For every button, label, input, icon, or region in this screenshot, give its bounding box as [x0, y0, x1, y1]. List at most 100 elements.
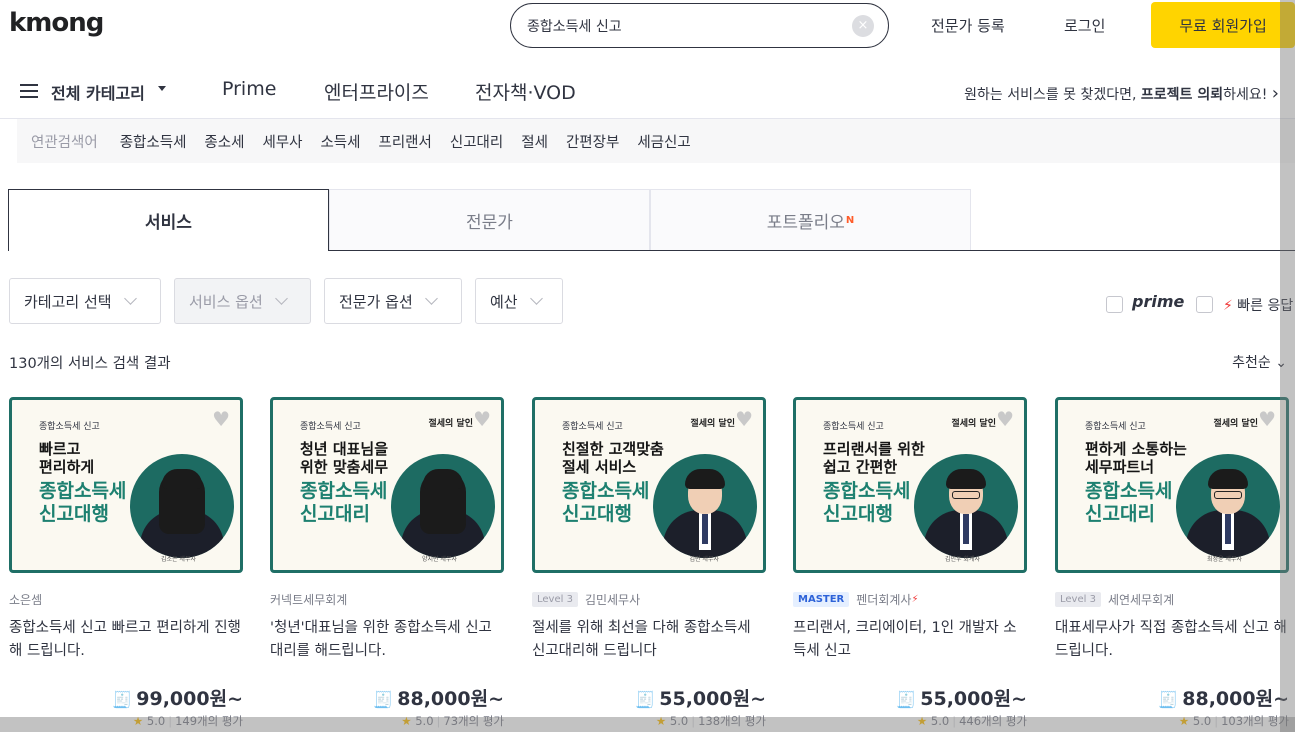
service-card[interactable]: 종합소득세 신고 절세의 달인 ♥ 청년 대표님을 위한 맞춤세무 종합소득세 신고대리…	[270, 397, 504, 729]
related-keyword[interactable]: 신고대리	[450, 131, 503, 152]
service-thumbnail[interactable]: 종합소득세 신고 ♥ 빠르고 편리하게 종합소득세 신고대행 김소은 세무사	[9, 397, 243, 573]
filter-expert-options[interactable]: 전문가 옵션	[324, 278, 462, 324]
tab-experts[interactable]: 전문가	[329, 189, 650, 251]
service-card[interactable]: 종합소득세 신고 ♥ 빠르고 편리하게 종합소득세 신고대행 김소은 세무사 소은셈 종합소…	[9, 397, 243, 729]
all-categories-button[interactable]: 전체 카테고리	[51, 80, 145, 104]
service-title[interactable]: 종합소득세 신고 빠르고 편리하게 진행해 드립니다.	[9, 617, 243, 663]
receipt-icon: 🧾	[896, 690, 917, 709]
thumb-subheadline: 종합소득세 신고대행	[823, 480, 911, 525]
glasses-icon	[1214, 491, 1242, 499]
profile-photo	[924, 469, 1008, 558]
login-link[interactable]: 로그인	[1064, 15, 1105, 36]
result-tabs: 서비스 전문가 포트폴리오 N	[8, 189, 971, 251]
thumb-headline: 빠르고 편리하게	[39, 440, 95, 476]
related-keywords: 연관검색어 종합소득세 종소세 세무사 소득세 프리랜서 신고대리 절세 간편장…	[17, 119, 1295, 163]
thumb-headline: 청년 대표님을 위한 맞춤세무	[300, 440, 389, 476]
caret-down-icon[interactable]	[158, 86, 166, 91]
profile-circle	[391, 454, 495, 558]
service-title[interactable]: '청년'대표님을 위한 종합소득세 신고대리를 해드립니다.	[270, 617, 504, 663]
chevron-down-icon	[529, 292, 543, 305]
price: 55,000원~	[920, 688, 1027, 710]
heart-icon[interactable]: ♥	[996, 407, 1014, 431]
thumb-signature: 김인우 회계사	[944, 556, 980, 563]
main-nav: 전체 카테고리 Prime 엔터프라이즈 전자책·VOD 원하는 서비스를 못 …	[0, 64, 1295, 119]
filter-service-options[interactable]: 서비스 옵션	[174, 278, 311, 324]
nav-item-prime[interactable]: Prime	[222, 78, 276, 100]
clear-icon[interactable]: ×	[852, 15, 874, 37]
chevron-down-icon	[274, 292, 288, 305]
service-card[interactable]: 종합소득세 신고 절세의 달인 ♥ 편하게 소통하는 세무파트너 종합소득세 신고대리 최…	[1055, 397, 1289, 729]
thumb-brand: 절세의 달인	[690, 419, 735, 429]
filter-category[interactable]: 카테고리 선택	[9, 278, 161, 324]
heart-icon[interactable]: ♥	[212, 407, 230, 431]
service-thumbnail[interactable]: 종합소득세 신고 절세의 달인 ♥ 청년 대표님을 위한 맞춤세무 종합소득세 신고대리…	[270, 397, 504, 573]
result-count: 130개의 서비스 검색 결과	[9, 356, 171, 372]
lightning-icon: ⚡	[1223, 298, 1233, 314]
service-thumbnail[interactable]: 종합소득세 신고 절세의 달인 ♥ 친절한 고객맞춤 절세 서비스 종합소득세 신고대행…	[532, 397, 766, 573]
service-card[interactable]: 종합소득세 신고 절세의 달인 ♥ 친절한 고객맞춤 절세 서비스 종합소득세 신고대행…	[532, 397, 766, 729]
menu-icon[interactable]	[20, 84, 38, 98]
thumb-headline: 친절한 고객맞춤 절세 서비스	[562, 440, 664, 476]
thumb-subheadline: 종합소득세 신고대행	[39, 480, 127, 525]
heart-icon[interactable]: ♥	[1258, 407, 1276, 431]
sort-dropdown[interactable]: 추천순 ⌄	[1232, 352, 1287, 372]
seller-name[interactable]: 소은셈	[9, 591, 42, 608]
heart-icon[interactable]: ♥	[473, 407, 491, 431]
chevron-down-icon	[123, 292, 137, 305]
profile-photo	[1186, 469, 1270, 558]
service-thumbnail[interactable]: 종합소득세 신고 절세의 달인 ♥ 편하게 소통하는 세무파트너 종합소득세 신고대리 최…	[1055, 397, 1289, 573]
service-card[interactable]: 종합소득세 신고 절세의 달인 ♥ 프리랜서를 위한 쉽고 간편한 종합소득세 신고대행…	[793, 397, 1027, 729]
related-keyword[interactable]: 프리랜서	[379, 131, 432, 152]
register-expert-link[interactable]: 전문가 등록	[931, 15, 1005, 36]
profile-circle	[1176, 454, 1280, 558]
tab-services[interactable]: 서비스	[8, 189, 329, 251]
nav-item-enterprise[interactable]: 엔터프라이즈	[324, 78, 429, 105]
level-badge: Level 3	[1055, 591, 1101, 607]
filter-budget[interactable]: 예산	[475, 278, 563, 324]
thumb-tag: 종합소득세 신고	[300, 422, 361, 432]
service-title[interactable]: 절세를 위해 최선을 다해 종합소득세 신고대리해 드립니다	[532, 617, 766, 663]
seller-name[interactable]: 커넥트세무회계	[270, 591, 347, 608]
related-keyword[interactable]: 세무사	[262, 131, 302, 152]
seller-name[interactable]: 김민세무사	[585, 591, 640, 608]
related-keyword[interactable]: 간편장부	[566, 131, 619, 152]
seller-name[interactable]: 세연세무회계	[1108, 591, 1174, 608]
thumb-signature: 양지민 세무사	[421, 556, 457, 563]
related-keyword[interactable]: 종합소득세	[120, 131, 187, 152]
lightning-icon: ⚡	[911, 593, 919, 605]
price: 55,000원~	[659, 688, 766, 710]
search-bar[interactable]: ×	[510, 3, 889, 48]
thumb-brand: 절세의 달인	[951, 419, 996, 429]
fast-response-checkbox[interactable]	[1196, 296, 1213, 313]
overlay-edge	[1280, 0, 1295, 732]
tab-portfolio[interactable]: 포트폴리오 N	[650, 189, 971, 251]
seller-name[interactable]: 펜더회계사	[856, 591, 911, 608]
price-row: 🧾 99,000원~	[9, 684, 243, 711]
related-keyword[interactable]: 절세	[521, 131, 548, 152]
thumb-subheadline: 종합소득세 신고대리	[1085, 480, 1173, 525]
thumb-tag: 종합소득세 신고	[1085, 422, 1146, 432]
related-keyword[interactable]: 종소세	[204, 131, 244, 152]
price: 88,000원~	[1182, 688, 1289, 710]
seller-row: MASTER 펜더회계사 ⚡	[793, 589, 1027, 609]
seller-row: Level 3 세연세무회계	[1055, 589, 1289, 609]
related-keyword[interactable]: 소득세	[320, 131, 360, 152]
thumb-subheadline: 종합소득세 신고대리	[300, 480, 388, 525]
service-thumbnail[interactable]: 종합소득세 신고 절세의 달인 ♥ 프리랜서를 위한 쉽고 간편한 종합소득세 신고대행…	[793, 397, 1027, 573]
project-request-link[interactable]: 원하는 서비스를 못 찾겠다면, 프로젝트 의뢰하세요! ›	[964, 83, 1279, 104]
promo-suffix: 하세요!	[1223, 87, 1268, 103]
service-title[interactable]: 프리랜서, 크리에이터, 1인 개발자 소득세 신고	[793, 617, 1027, 663]
service-title[interactable]: 대표세무사가 직접 종합소득세 신고 해 드립니다.	[1055, 617, 1289, 663]
thumb-subheadline: 종합소득세 신고대행	[562, 480, 650, 525]
related-keyword[interactable]: 세금신고	[637, 131, 690, 152]
search-input[interactable]	[527, 17, 827, 34]
signup-button[interactable]: 무료 회원가입	[1151, 2, 1295, 48]
chevron-down-icon	[424, 292, 438, 305]
heart-icon[interactable]: ♥	[735, 407, 753, 431]
prime-checkbox[interactable]	[1106, 296, 1123, 313]
thumb-signature: 최정윤 세무사	[1206, 556, 1242, 563]
nav-item-ebook-vod[interactable]: 전자책·VOD	[475, 78, 576, 105]
prime-label: prime	[1132, 292, 1185, 311]
kmong-logo[interactable]: kmong	[9, 8, 104, 38]
price-row: 🧾 55,000원~	[532, 684, 766, 711]
